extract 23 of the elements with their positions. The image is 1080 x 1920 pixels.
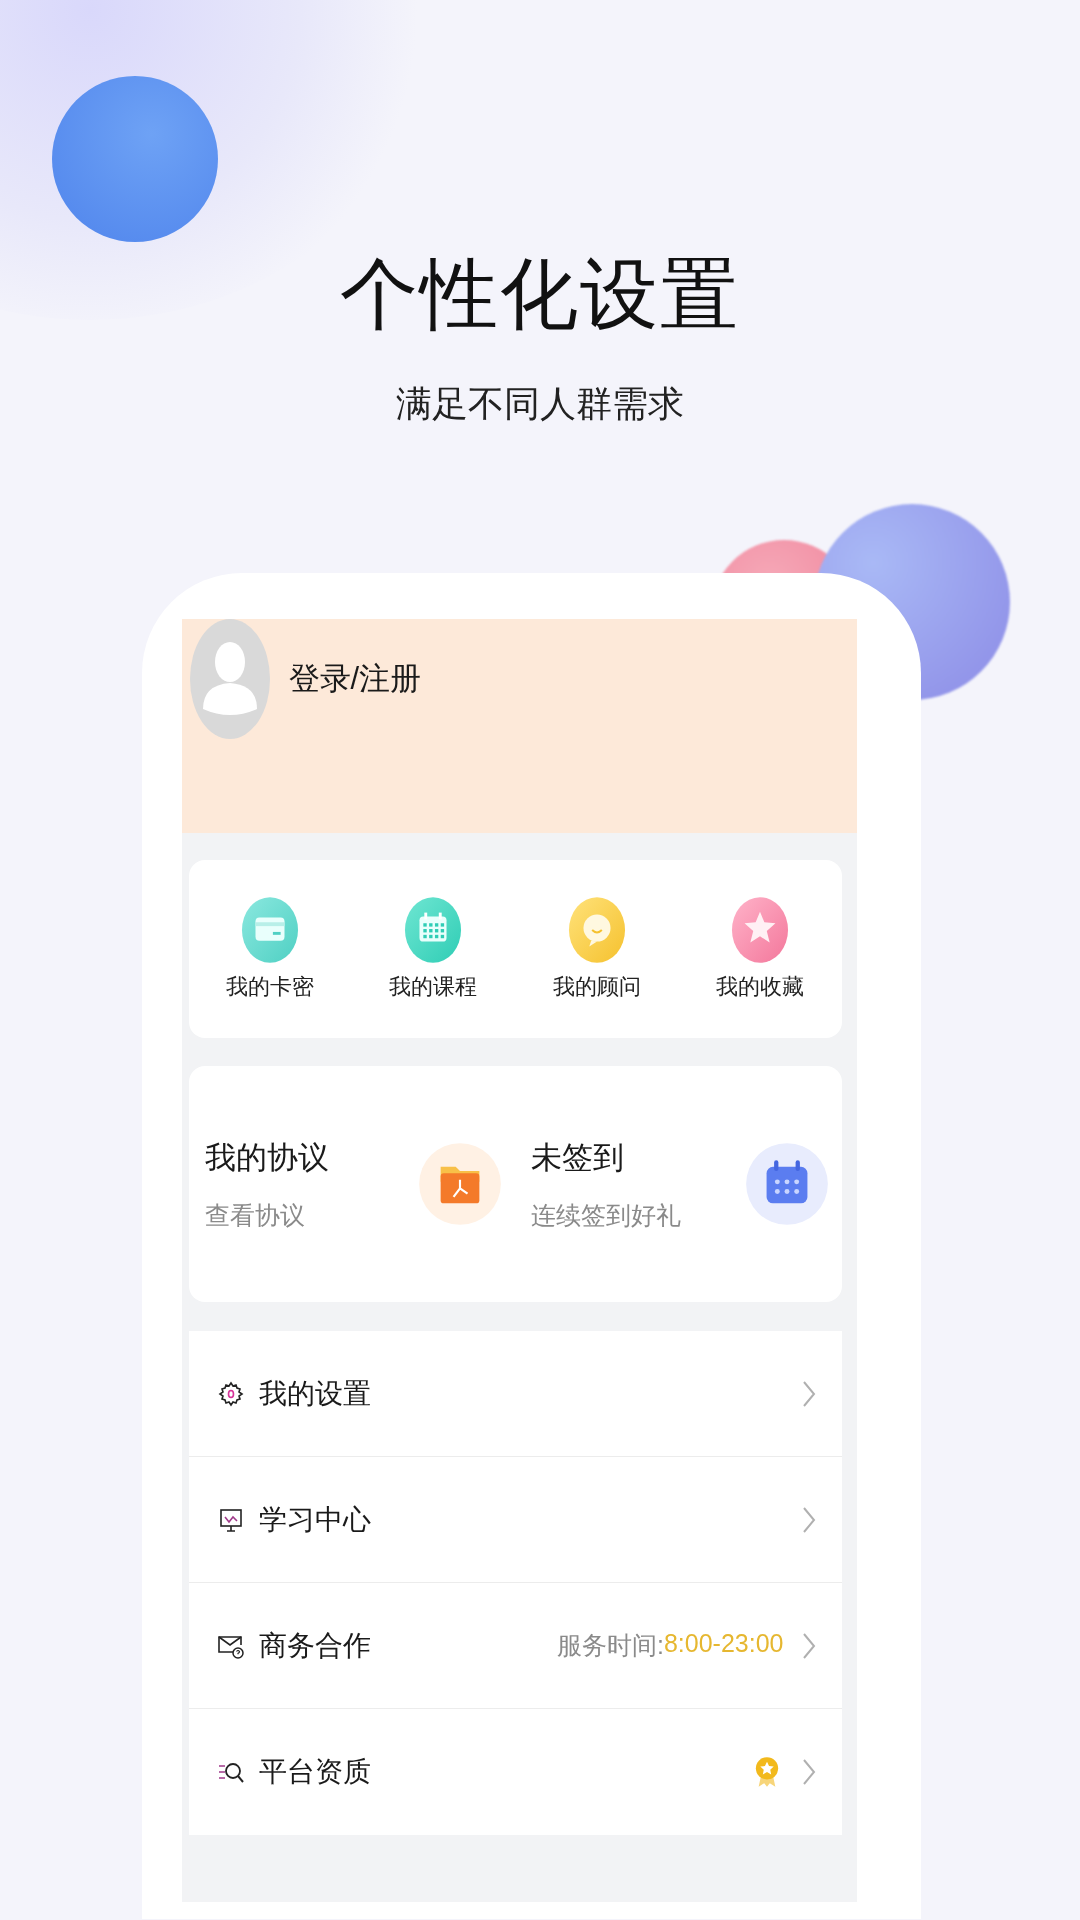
settings-icon [216, 1379, 245, 1408]
chevron-icon [801, 1379, 816, 1408]
headline: 个性化设置 [340, 249, 740, 340]
avatar-icon[interactable] [188, 617, 271, 741]
card-icon [241, 896, 300, 964]
chevron-icon [801, 1758, 816, 1786]
shortcut-button[interactable]: 我的顾问 [515, 896, 679, 1002]
shortcut-button[interactable]: 我的卡密 [188, 896, 352, 1002]
login-link[interactable]: 登录/注册 [288, 658, 422, 700]
chevron-icon [801, 1631, 816, 1660]
chevron-icon [801, 1505, 816, 1534]
shortcut-button[interactable]: 我的收藏 [678, 896, 842, 1002]
calendar-icon [743, 1141, 830, 1227]
subheadline: 满足不同人群需求 [396, 382, 684, 426]
award-icon [753, 1755, 780, 1789]
folder-icon [417, 1141, 503, 1227]
shortcut-button[interactable]: 我的课程 [351, 896, 515, 1002]
calendar-icon [404, 896, 463, 964]
service-hours-label: 服务时间: [557, 1630, 664, 1661]
service-hours-value: 8:00-23:00 [663, 1629, 784, 1659]
chat-icon [567, 896, 626, 964]
promo-button[interactable]: 我的协议 查看协议 [188, 1066, 515, 1302]
promo-button[interactable]: 未签到 连续签到好礼 [515, 1066, 842, 1302]
